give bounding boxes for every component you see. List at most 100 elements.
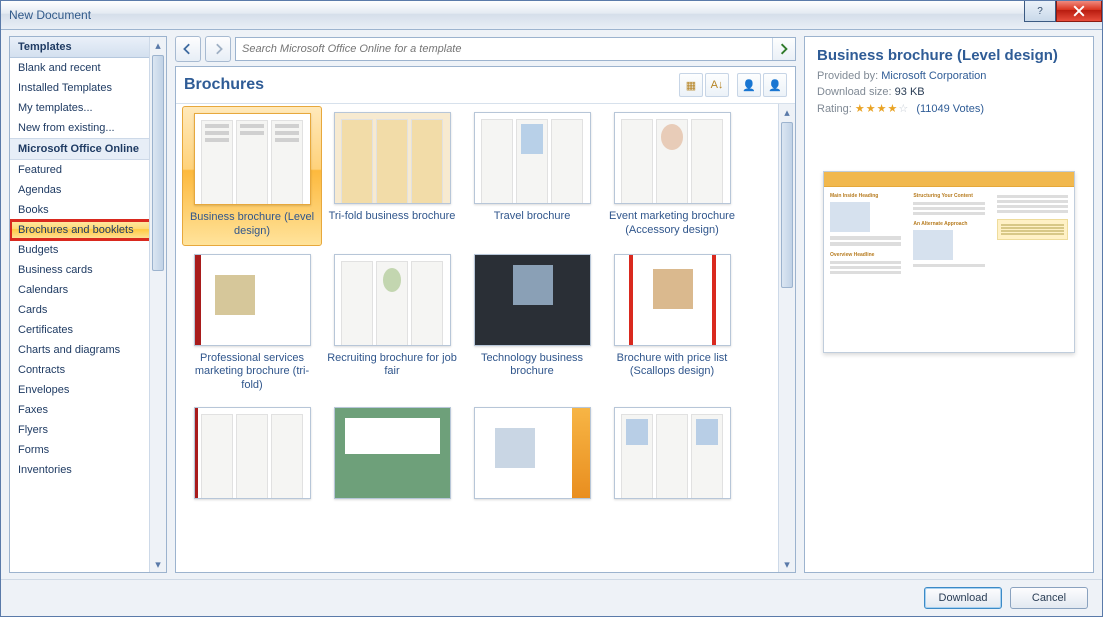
template-item[interactable]: Technology business brochure	[462, 254, 602, 393]
toolbar	[175, 36, 796, 62]
preview-pane: Business brochure (Level design) Provide…	[804, 36, 1094, 573]
template-thumbnail	[614, 407, 731, 499]
sidebar-item[interactable]: Books	[10, 200, 166, 220]
template-thumbnail	[334, 112, 451, 204]
preview-content: Business brochure (Level design) Provide…	[804, 36, 1094, 573]
forward-button[interactable]	[205, 36, 231, 62]
help-button[interactable]: ?	[1024, 1, 1056, 22]
sidebar-item[interactable]: Faxes	[10, 400, 166, 420]
scroll-down-icon[interactable]: ▾	[150, 556, 166, 572]
sidebar-item[interactable]: Featured	[10, 160, 166, 180]
gallery-scrollbar[interactable]: ▴ ▾	[778, 104, 795, 572]
template-item[interactable]: Business brochure (Level design)	[182, 106, 322, 246]
template-item[interactable]: Tri-fold business brochure	[322, 112, 462, 240]
content-header: Brochures ▦ A↓ 👤 👤	[176, 67, 795, 104]
search-box	[235, 37, 796, 61]
sidebar-item[interactable]: Charts and diagrams	[10, 340, 166, 360]
sidebar-item[interactable]: Budgets	[10, 240, 166, 260]
close-button[interactable]	[1056, 1, 1102, 22]
template-thumbnail	[194, 113, 311, 205]
sidebar-item[interactable]: Inventories	[10, 460, 166, 480]
sidebar-item[interactable]: New from existing...	[10, 118, 166, 138]
user-button[interactable]: 👤	[737, 73, 761, 97]
template-label: Event marketing brochure (Accessory desi…	[602, 210, 742, 238]
search-go-button[interactable]	[772, 38, 795, 60]
template-label: Recruiting brochure for job fair	[322, 352, 462, 380]
template-item[interactable]	[462, 407, 602, 505]
template-label: Professional services marketing brochure…	[182, 352, 322, 393]
sidebar-item[interactable]: Blank and recent	[10, 58, 166, 78]
download-button[interactable]: Download	[924, 587, 1002, 609]
template-thumbnail	[614, 254, 731, 346]
sort-button[interactable]: A↓	[705, 73, 729, 97]
rating-label: Rating:	[817, 103, 852, 115]
user-remove-icon: 👤	[768, 79, 782, 92]
template-thumbnail	[474, 112, 591, 204]
template-label: Technology business brochure	[462, 352, 602, 380]
sidebar-item[interactable]: Cards	[10, 300, 166, 320]
sidebar-item[interactable]: Flyers	[10, 420, 166, 440]
preview-provider-row: Provided by: Microsoft Corporation	[817, 70, 1081, 82]
template-item[interactable]: Brochure with price list (Scallops desig…	[602, 254, 742, 393]
thumbnails-icon: ▦	[686, 79, 696, 92]
sidebar-item[interactable]: Certificates	[10, 320, 166, 340]
user-icon: 👤	[742, 79, 756, 92]
template-item[interactable]: Event marketing brochure (Accessory desi…	[602, 112, 742, 240]
template-thumbnail	[334, 407, 451, 499]
scroll-down-icon[interactable]: ▾	[779, 556, 795, 572]
view-thumbnails-button[interactable]: ▦	[679, 73, 703, 97]
arrow-right-icon	[212, 43, 224, 55]
scroll-up-icon[interactable]: ▴	[779, 104, 795, 120]
arrow-left-icon	[182, 43, 194, 55]
template-thumbnail	[614, 112, 731, 204]
sidebar-item[interactable]: Contracts	[10, 360, 166, 380]
template-item[interactable]	[322, 407, 462, 505]
template-item[interactable]: Recruiting brochure for job fair	[322, 254, 462, 393]
template-thumbnail	[194, 254, 311, 346]
sidebar-header: Templates	[10, 37, 166, 58]
sidebar-item[interactable]: Calendars	[10, 280, 166, 300]
template-item[interactable]: Professional services marketing brochure…	[182, 254, 322, 393]
sidebar-item[interactable]: Envelopes	[10, 380, 166, 400]
template-thumbnail	[194, 407, 311, 499]
dialog-footer: Download Cancel	[1, 579, 1102, 616]
template-thumbnail	[474, 254, 591, 346]
preview-title: Business brochure (Level design)	[817, 47, 1081, 64]
content-pane: Brochures ▦ A↓ 👤 👤 Business brochure (Le…	[175, 66, 796, 573]
help-icon: ?	[1037, 6, 1043, 17]
search-input[interactable]	[236, 38, 772, 60]
sidebar-item[interactable]: My templates...	[10, 98, 166, 118]
sidebar-item[interactable]: Installed Templates	[10, 78, 166, 98]
scroll-up-icon[interactable]: ▴	[150, 37, 166, 53]
provider-link[interactable]: Microsoft Corporation	[881, 70, 986, 82]
dialog-body: Templates Blank and recentInstalled Temp…	[1, 30, 1102, 579]
preview-size-row: Download size: 93 KB	[817, 86, 1081, 98]
preview-thumbnail: Main Inside Heading Overview Headline St…	[823, 171, 1075, 353]
new-document-dialog: New Document ? Templates Blank and recen…	[0, 0, 1103, 617]
sidebar-item[interactable]: Brochures and booklets	[10, 220, 166, 240]
user-remove-button[interactable]: 👤	[763, 73, 787, 97]
sidebar-scroll: Templates Blank and recentInstalled Temp…	[10, 37, 166, 572]
template-item[interactable]	[182, 407, 322, 505]
sidebar-subheader: Microsoft Office Online	[10, 138, 166, 160]
sidebar-item[interactable]: Business cards	[10, 260, 166, 280]
template-thumbnail	[334, 254, 451, 346]
window-title: New Document	[9, 8, 91, 22]
template-item[interactable]	[602, 407, 742, 505]
sidebar-scrollbar[interactable]: ▴ ▾	[149, 37, 166, 572]
scrollbar-thumb[interactable]	[781, 122, 793, 288]
scrollbar-thumb[interactable]	[152, 55, 164, 271]
back-button[interactable]	[175, 36, 201, 62]
sidebar-item[interactable]: Forms	[10, 440, 166, 460]
rating-stars[interactable]: ★★★★☆	[855, 103, 909, 115]
template-item[interactable]: Travel brochure	[462, 112, 602, 240]
download-size-label: Download size:	[817, 86, 892, 98]
template-label: Brochure with price list (Scallops desig…	[602, 352, 742, 380]
gallery-wrap: Business brochure (Level design)Tri-fold…	[176, 104, 795, 572]
preview-rating-row: Rating: ★★★★☆ (11049 Votes)	[817, 102, 1081, 115]
arrow-right-icon	[778, 43, 790, 55]
cancel-button[interactable]: Cancel	[1010, 587, 1088, 609]
category-title: Brochures	[184, 76, 677, 94]
sidebar-item[interactable]: Agendas	[10, 180, 166, 200]
download-size-value: 93 KB	[895, 86, 925, 98]
